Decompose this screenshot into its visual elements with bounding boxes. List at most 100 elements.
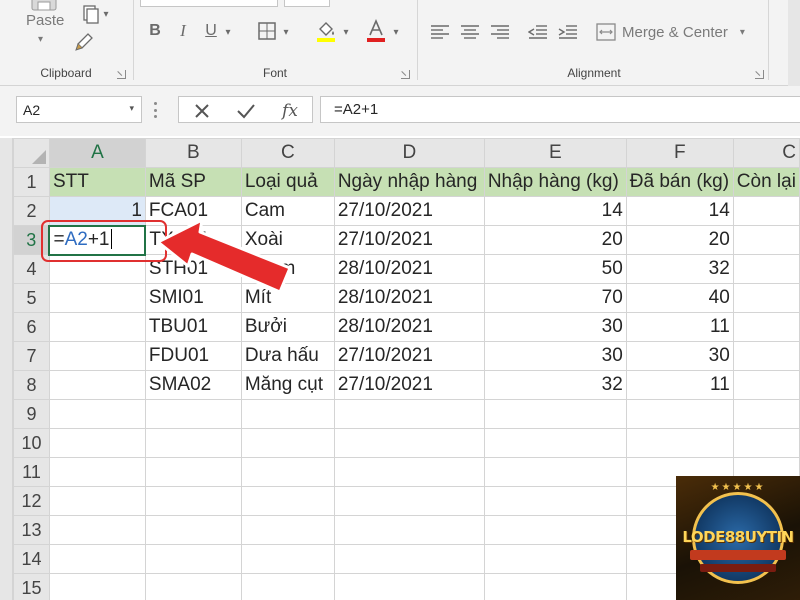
header-cell-code[interactable]: Mã SP bbox=[144, 167, 242, 197]
increase-indent-icon[interactable] bbox=[556, 21, 580, 43]
decrease-indent-icon[interactable] bbox=[526, 21, 550, 43]
cell-fruit[interactable]: Bưởi bbox=[240, 312, 335, 342]
cell-stt[interactable] bbox=[48, 341, 146, 371]
font-size-select[interactable] bbox=[284, 0, 330, 7]
cell-date[interactable]: 27/10/2021 bbox=[333, 370, 485, 400]
cell-code[interactable]: FDU01 bbox=[144, 341, 242, 371]
column-header-e[interactable]: E bbox=[483, 138, 627, 168]
cell-sold[interactable]: 11 bbox=[625, 312, 734, 342]
cell-stt[interactable] bbox=[48, 283, 146, 313]
cell-empty[interactable] bbox=[48, 544, 146, 574]
row-header[interactable]: 9 bbox=[13, 399, 50, 429]
cell-imported[interactable]: 14 bbox=[483, 196, 627, 226]
copy-button[interactable]: ▾ bbox=[74, 4, 114, 24]
header-cell-sold[interactable]: Đã bán (kg) bbox=[625, 167, 734, 197]
row-header[interactable]: 1 bbox=[13, 167, 50, 197]
cell-sold[interactable]: 11 bbox=[625, 370, 734, 400]
cell-empty[interactable] bbox=[48, 486, 146, 516]
column-header-b[interactable]: B bbox=[144, 138, 242, 168]
header-cell-date[interactable]: Ngày nhập hàng bbox=[333, 167, 485, 197]
cell-empty[interactable] bbox=[333, 399, 485, 429]
column-header-a[interactable]: A bbox=[48, 138, 146, 168]
font-color-icon[interactable] bbox=[364, 18, 388, 44]
cell-remaining[interactable] bbox=[732, 312, 800, 342]
align-left-icon[interactable] bbox=[428, 21, 452, 43]
column-header-f[interactable]: F bbox=[625, 138, 734, 168]
cell-empty[interactable] bbox=[732, 428, 800, 458]
cell-stt[interactable] bbox=[48, 312, 146, 342]
row-header[interactable]: 8 bbox=[13, 370, 50, 400]
clipboard-launcher-icon[interactable] bbox=[117, 70, 126, 79]
cell-remaining[interactable] bbox=[732, 225, 800, 255]
cell-date[interactable]: 27/10/2021 bbox=[333, 341, 485, 371]
name-box-dropdown-icon[interactable]: ▾ bbox=[129, 103, 134, 114]
cell-imported[interactable]: 30 bbox=[483, 312, 627, 342]
cell-empty[interactable] bbox=[144, 457, 242, 487]
row-header[interactable]: 12 bbox=[13, 486, 50, 516]
fill-color-icon[interactable] bbox=[314, 18, 338, 44]
cell-empty[interactable] bbox=[48, 515, 146, 545]
cell-empty[interactable] bbox=[483, 573, 627, 600]
cell-empty[interactable] bbox=[483, 515, 627, 545]
cell-empty[interactable] bbox=[240, 573, 335, 600]
paste-button[interactable]: Paste bbox=[26, 12, 64, 29]
cell-stt[interactable] bbox=[48, 370, 146, 400]
row-header[interactable]: 13 bbox=[13, 515, 50, 545]
cell-empty[interactable] bbox=[240, 486, 335, 516]
cell-empty[interactable] bbox=[144, 486, 242, 516]
row-header[interactable]: 15 bbox=[13, 573, 50, 600]
cell-empty[interactable] bbox=[732, 399, 800, 429]
underline-dropdown-icon[interactable]: ▾ bbox=[222, 22, 234, 42]
cell-sold[interactable]: 20 bbox=[625, 225, 734, 255]
column-header-d[interactable]: D bbox=[333, 138, 485, 168]
cell-sold[interactable]: 14 bbox=[625, 196, 734, 226]
cell-remaining[interactable] bbox=[732, 283, 800, 313]
formula-bar-grip-icon[interactable] bbox=[154, 102, 158, 118]
column-header-g[interactable]: C bbox=[732, 138, 800, 168]
cell-empty[interactable] bbox=[240, 428, 335, 458]
cell-empty[interactable] bbox=[48, 428, 146, 458]
cell-empty[interactable] bbox=[240, 515, 335, 545]
font-launcher-icon[interactable] bbox=[401, 70, 410, 79]
header-cell-imported[interactable]: Nhập hàng (kg) bbox=[483, 167, 627, 197]
cell-code[interactable]: TBU01 bbox=[144, 312, 242, 342]
cell-empty[interactable] bbox=[483, 457, 627, 487]
cell-remaining[interactable] bbox=[732, 370, 800, 400]
cell-empty[interactable] bbox=[144, 428, 242, 458]
paste-icon[interactable] bbox=[28, 0, 60, 12]
cell-date[interactable]: 28/10/2021 bbox=[333, 283, 485, 313]
bold-icon[interactable]: B bbox=[144, 20, 166, 42]
cell-empty[interactable] bbox=[483, 544, 627, 574]
cell-empty[interactable] bbox=[333, 544, 485, 574]
cell-empty[interactable] bbox=[333, 428, 485, 458]
cell-empty[interactable] bbox=[483, 486, 627, 516]
select-all-corner[interactable] bbox=[13, 138, 50, 168]
cell-empty[interactable] bbox=[333, 486, 485, 516]
cell-empty[interactable] bbox=[144, 515, 242, 545]
cell-imported[interactable]: 30 bbox=[483, 341, 627, 371]
cell-sold[interactable]: 32 bbox=[625, 254, 734, 284]
insert-function-icon[interactable]: fx bbox=[279, 100, 301, 122]
cell-date[interactable]: 27/10/2021 bbox=[333, 196, 485, 226]
cell-empty[interactable] bbox=[144, 544, 242, 574]
row-header[interactable]: 7 bbox=[13, 341, 50, 371]
cell-date[interactable]: 27/10/2021 bbox=[333, 225, 485, 255]
row-header[interactable]: 14 bbox=[13, 544, 50, 574]
cell-imported[interactable]: 32 bbox=[483, 370, 627, 400]
cell-empty[interactable] bbox=[144, 399, 242, 429]
cell-empty[interactable] bbox=[483, 399, 627, 429]
paste-dropdown-icon[interactable]: ▾ bbox=[38, 34, 43, 45]
borders-dropdown-icon[interactable]: ▾ bbox=[280, 22, 292, 42]
cell-empty[interactable] bbox=[333, 515, 485, 545]
ribbon-scrollbar[interactable] bbox=[788, 0, 800, 86]
alignment-launcher-icon[interactable] bbox=[755, 70, 764, 79]
column-header-c[interactable]: C bbox=[240, 138, 335, 168]
cell-empty[interactable] bbox=[144, 573, 242, 600]
cell-remaining[interactable] bbox=[732, 254, 800, 284]
name-box[interactable]: A2 ▾ bbox=[16, 96, 142, 123]
formula-input[interactable]: =A2+1 bbox=[320, 96, 800, 123]
cell-sold[interactable]: 30 bbox=[625, 341, 734, 371]
cell-empty[interactable] bbox=[48, 399, 146, 429]
cell-empty[interactable] bbox=[625, 428, 734, 458]
cell-date[interactable]: 28/10/2021 bbox=[333, 254, 485, 284]
